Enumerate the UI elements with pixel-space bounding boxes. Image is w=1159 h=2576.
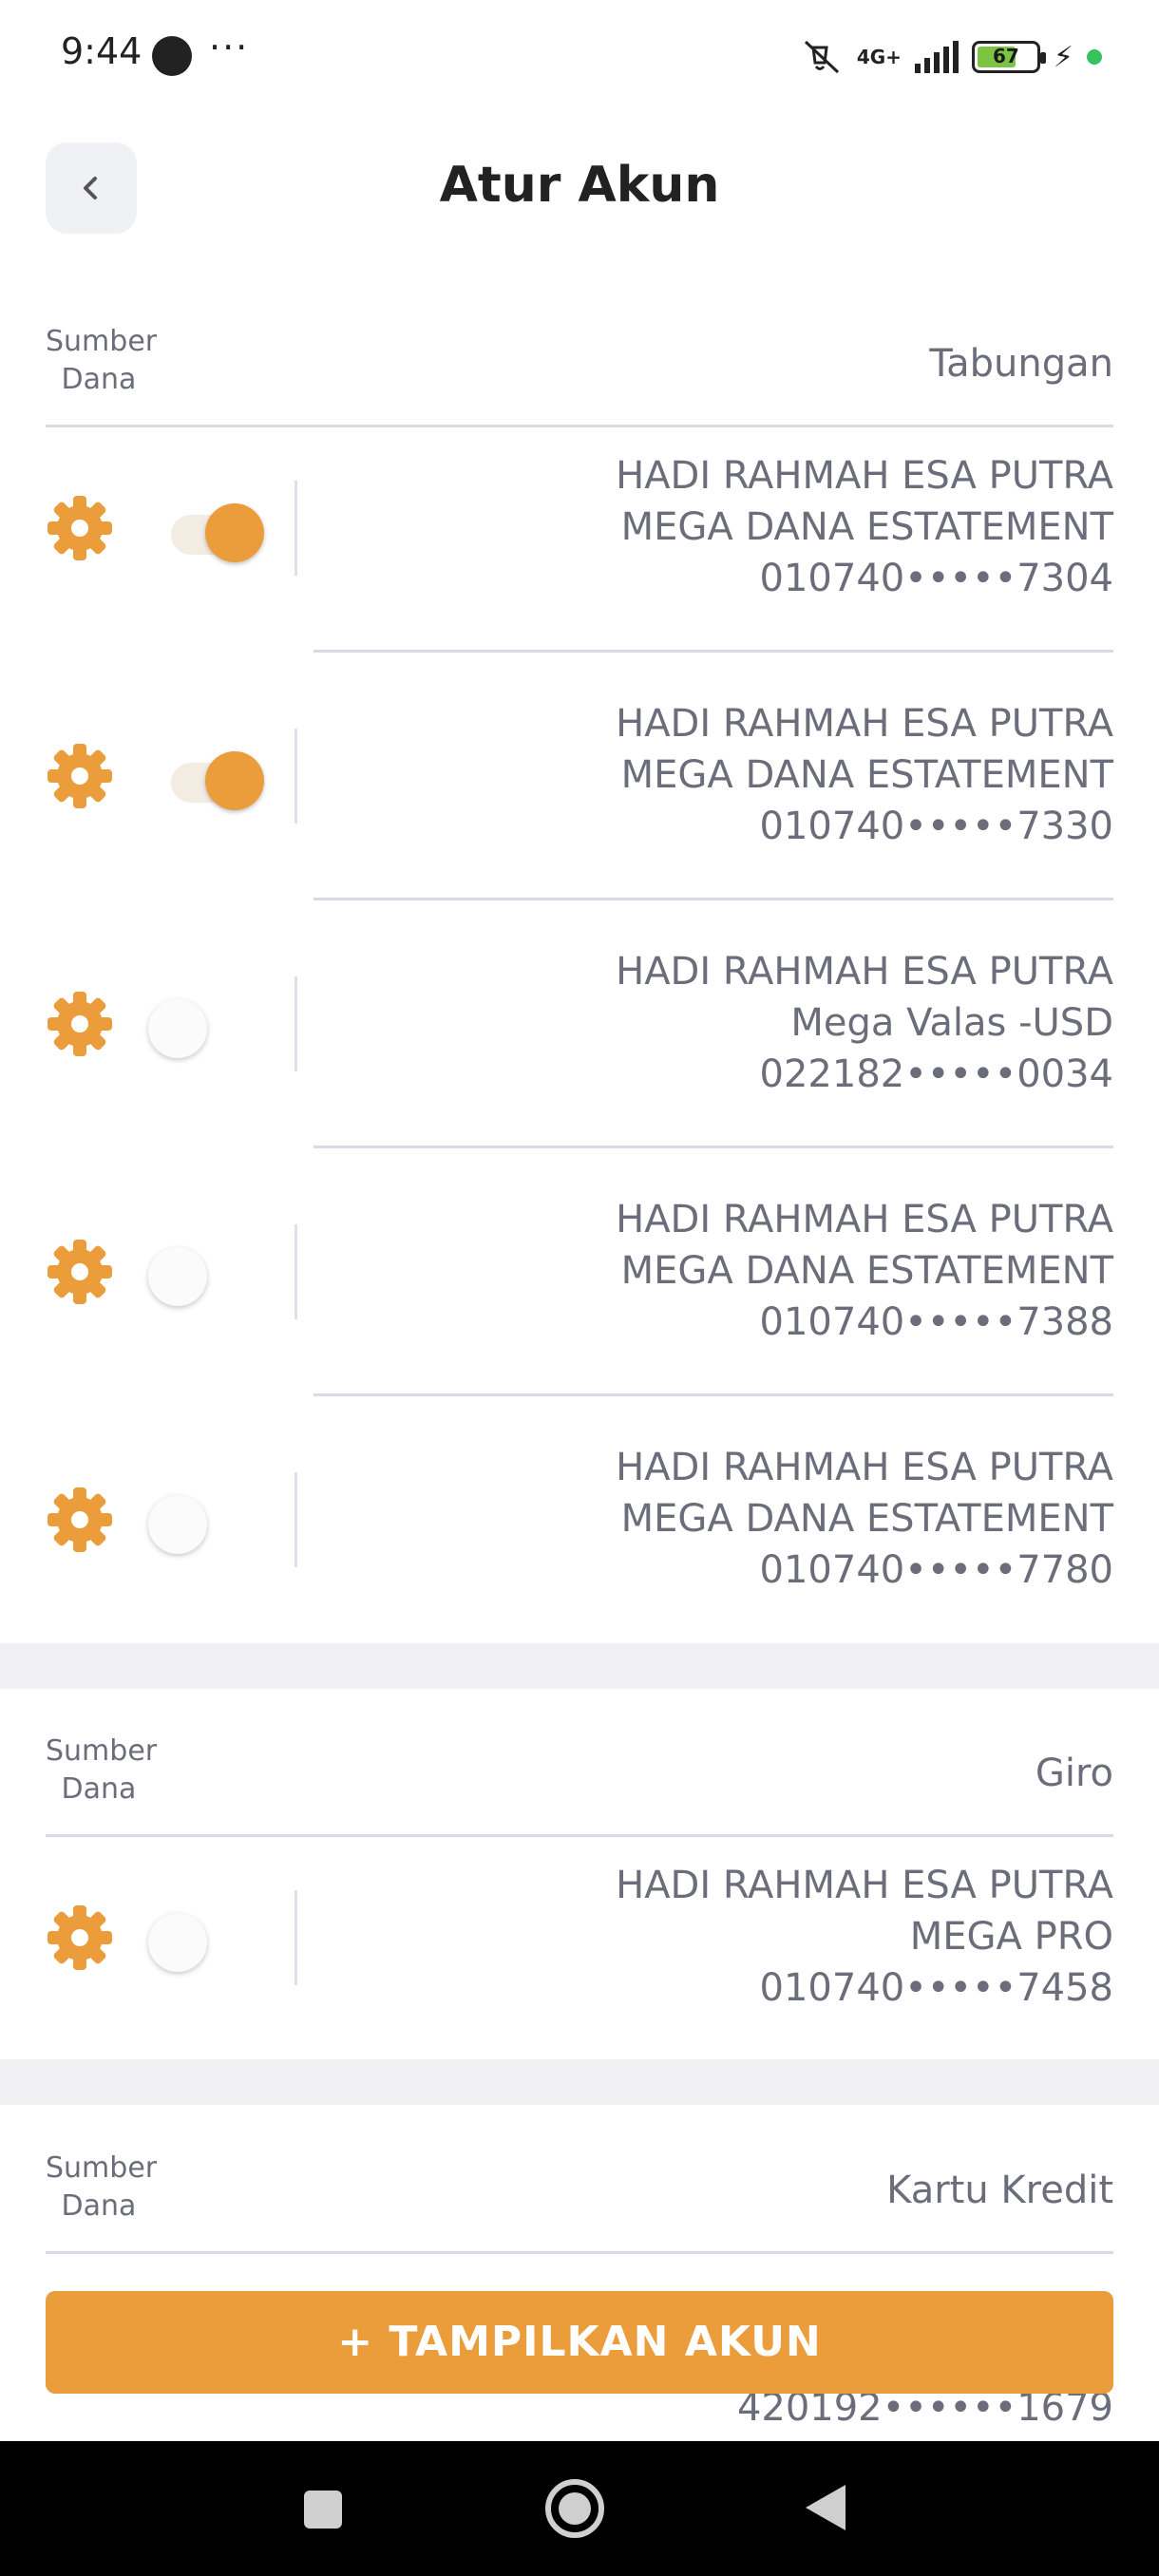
account-row: HADI RAHMAH ESA PUTRA MEGA DANA ESTATEME… [0, 1429, 1159, 1677]
charging-icon: ⚡ [1053, 40, 1074, 74]
account-number: 010740•••••7304 [759, 557, 1113, 600]
account-row: HADI RAHMAH ESA PUTRA MEGA DANA ESTATEME… [0, 437, 1159, 686]
mute-icon [804, 40, 839, 74]
divider [314, 1393, 1113, 1396]
account-toggle[interactable] [148, 742, 266, 810]
account-holder-name: HADI RAHMAH ESA PUTRA [616, 1446, 1113, 1489]
account-product: MEGA DANA ESTATEMENT [620, 1249, 1113, 1293]
status-bar: 9:44 ··· 4G+ 67 ⚡ [0, 0, 1159, 114]
divider [314, 650, 1113, 653]
account-info: HADI RAHMAH ESA PUTRA MEGA DANA ESTATEME… [616, 1442, 1113, 1596]
more-notifications-icon: ··· [209, 27, 250, 68]
vertical-divider [294, 976, 297, 1071]
page-title: Atur Akun [439, 157, 720, 214]
section-label: Sumber Dana [46, 325, 158, 396]
account-number: 010740•••••7780 [759, 1548, 1113, 1592]
account-info: HADI RAHMAH ESA PUTRA MEGA DANA ESTATEME… [616, 698, 1113, 852]
account-info: HADI RAHMAH ESA PUTRA MEGA DANA ESTATEME… [616, 450, 1113, 604]
section-separator [0, 1643, 1159, 1689]
gear-icon[interactable] [46, 742, 114, 810]
account-product: Mega Valas -USD [790, 1001, 1113, 1045]
gear-icon[interactable] [46, 1486, 114, 1554]
section-label: Sumber Dana [46, 1734, 158, 1806]
signal-icon [914, 41, 959, 73]
divider [314, 1146, 1113, 1148]
account-holder-name: HADI RAHMAH ESA PUTRA [616, 1864, 1113, 1907]
system-nav-bar [0, 2441, 1159, 2576]
account-number: 010740•••••7330 [759, 805, 1113, 848]
vertical-divider [294, 481, 297, 576]
divider [46, 1834, 1113, 1837]
account-row: HADI RAHMAH ESA PUTRA MEGA PRO 010740•••… [0, 1847, 1159, 2095]
account-row: HADI RAHMAH ESA PUTRA MEGA DANA ESTATEME… [0, 685, 1159, 934]
divider [46, 425, 1113, 427]
account-toggle[interactable] [148, 1904, 266, 1972]
privacy-indicator-dot [1087, 49, 1102, 65]
gear-icon[interactable] [46, 1238, 114, 1306]
account-info: HADI RAHMAH ESA PUTRA MEGA DANA ESTATEME… [616, 1194, 1113, 1348]
back-nav-button[interactable] [806, 2485, 846, 2530]
vertical-divider [294, 1224, 297, 1319]
section-separator [0, 2059, 1159, 2105]
account-product: MEGA PRO [909, 1915, 1113, 1959]
section-type: Tabungan [929, 342, 1113, 386]
account-row: HADI RAHMAH ESA PUTRA MEGA DANA ESTATEME… [0, 1181, 1159, 1430]
account-info: HADI RAHMAH ESA PUTRA MEGA PRO 010740•••… [616, 1860, 1113, 2014]
section-type: Kartu Kredit [886, 2169, 1113, 2212]
account-holder-name: HADI RAHMAH ESA PUTRA [616, 950, 1113, 994]
show-account-button[interactable]: + TAMPILKAN AKUN [46, 2291, 1113, 2394]
account-product: MEGA DANA ESTATEMENT [620, 1497, 1113, 1541]
account-info: HADI RAHMAH ESA PUTRA Mega Valas -USD 02… [616, 946, 1113, 1100]
gear-icon[interactable] [46, 990, 114, 1058]
account-number: 022182•••••0034 [759, 1052, 1113, 1096]
account-toggle[interactable] [148, 494, 266, 562]
battery-icon: 67 [971, 41, 1046, 73]
gear-icon[interactable] [46, 494, 114, 562]
account-row: HADI RAHMAH ESA PUTRA Mega Valas -USD 02… [0, 933, 1159, 1182]
recent-apps-button[interactable] [304, 2491, 342, 2529]
account-toggle[interactable] [148, 1238, 266, 1306]
gear-icon[interactable] [46, 1904, 114, 1972]
account-product: MEGA DANA ESTATEMENT [620, 753, 1113, 797]
account-toggle[interactable] [148, 1486, 266, 1554]
vertical-divider [294, 1890, 297, 1985]
divider [314, 898, 1113, 900]
home-button[interactable] [545, 2479, 604, 2538]
vertical-divider [294, 1472, 297, 1567]
account-number: 010740•••••7458 [759, 1966, 1113, 2010]
status-icons: 4G+ 67 ⚡ [800, 34, 1102, 80]
vertical-divider [294, 729, 297, 824]
divider [46, 2251, 1113, 2254]
app-notification-icon [152, 36, 192, 76]
status-time: 9:44 [61, 30, 142, 72]
account-holder-name: HADI RAHMAH ESA PUTRA [616, 454, 1113, 498]
account-holder-name: HADI RAHMAH ESA PUTRA [616, 702, 1113, 746]
account-number: 010740•••••7388 [759, 1300, 1113, 1344]
account-holder-name: HADI RAHMAH ESA PUTRA [616, 1198, 1113, 1241]
account-toggle[interactable] [148, 990, 266, 1058]
network-type: 4G+ [856, 46, 902, 68]
section-label: Sumber Dana [46, 2151, 158, 2223]
battery-level: 67 [993, 45, 1019, 67]
section-type: Giro [1035, 1752, 1113, 1795]
account-product: MEGA DANA ESTATEMENT [620, 505, 1113, 549]
